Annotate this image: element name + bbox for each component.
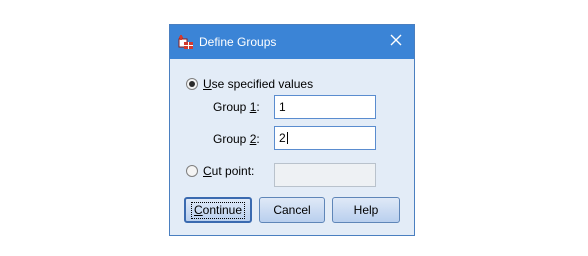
cut-point-input[interactable] <box>274 163 376 187</box>
group-2-label: Group 2: <box>213 132 260 146</box>
cut-point-label[interactable]: Cut point: <box>203 164 254 178</box>
title-bar[interactable]: Define Groups <box>170 25 414 59</box>
text-caret <box>286 132 288 144</box>
group-1-label: Group 1: <box>213 100 260 114</box>
dialog-title: Define Groups <box>199 35 277 49</box>
help-button[interactable]: Help <box>332 197 400 223</box>
define-groups-dialog: Define Groups Use specified values Group… <box>169 24 415 236</box>
spss-define-groups-icon <box>178 34 194 50</box>
use-specified-values-label[interactable]: Use specified values <box>203 77 313 91</box>
group-1-input[interactable]: 1 <box>274 95 376 119</box>
close-icon <box>390 33 402 51</box>
group-2-input[interactable]: 2 <box>274 126 376 150</box>
continue-button[interactable]: Continue <box>184 197 252 223</box>
close-button[interactable] <box>378 25 414 59</box>
cancel-button[interactable]: Cancel <box>259 197 325 223</box>
cut-point-radio[interactable] <box>186 165 198 177</box>
use-specified-values-radio[interactable] <box>186 78 198 90</box>
continue-label: Continue <box>190 201 246 219</box>
